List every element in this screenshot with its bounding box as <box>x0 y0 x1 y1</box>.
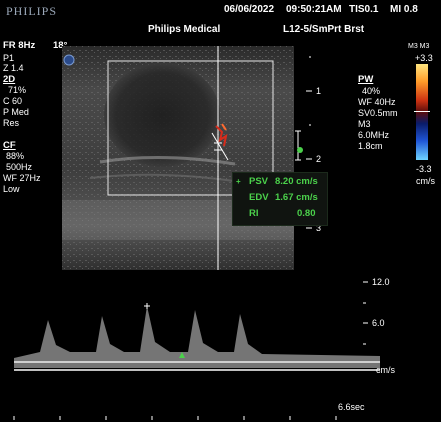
depth-caliper[interactable] <box>295 130 303 161</box>
pw-m-setting: M3 <box>358 119 371 129</box>
doppler-spectrum <box>14 282 380 368</box>
doppler-scale-top-label: 12.0 <box>372 277 390 287</box>
color-velocity-bar <box>416 64 428 160</box>
depth-label-2: 2 <box>316 154 322 164</box>
pw-sample-volume: SV0.5mm <box>358 108 398 118</box>
doppler-unit-label: cm/s <box>376 365 395 375</box>
color-scale-bottom: -3.3 <box>416 164 432 174</box>
color-bar-baseline <box>414 111 430 112</box>
ri-label: RI <box>249 208 259 219</box>
depth-label-1: 1 <box>316 86 322 96</box>
psv-marker-icon: + <box>236 177 241 186</box>
orientation-marker-icon <box>63 54 75 66</box>
pw-wall-filter: WF 40Hz <box>358 97 396 107</box>
doppler-scale-mid-label: 6.0 <box>372 318 385 328</box>
edv-value: 1.67 cm/s <box>275 192 318 203</box>
psv-label: PSV <box>249 176 269 187</box>
color-scale-label: M3 M3 <box>408 43 430 50</box>
psv-value: 8.20 cm/s <box>275 176 318 187</box>
color-scale-top: +3.3 <box>415 53 433 63</box>
edv-label: EDV <box>249 192 269 203</box>
pw-depth: 1.8cm <box>358 141 383 151</box>
color-scale-unit: cm/s <box>416 176 435 186</box>
measurement-panel: + PSV 8.20 cm/s EDV 1.67 cm/s RI 0.80 <box>232 172 328 226</box>
pw-mode-label: PW <box>358 74 374 85</box>
b-mode-image <box>62 46 294 270</box>
pw-gain: 40% <box>362 86 381 96</box>
ultrasound-image-area <box>13 46 380 420</box>
time-ticks <box>13 416 337 420</box>
pw-frequency: 6.0MHz <box>358 130 390 140</box>
sweep-time-label: 6.6sec <box>338 402 365 412</box>
ri-value: 0.80 <box>297 208 316 219</box>
